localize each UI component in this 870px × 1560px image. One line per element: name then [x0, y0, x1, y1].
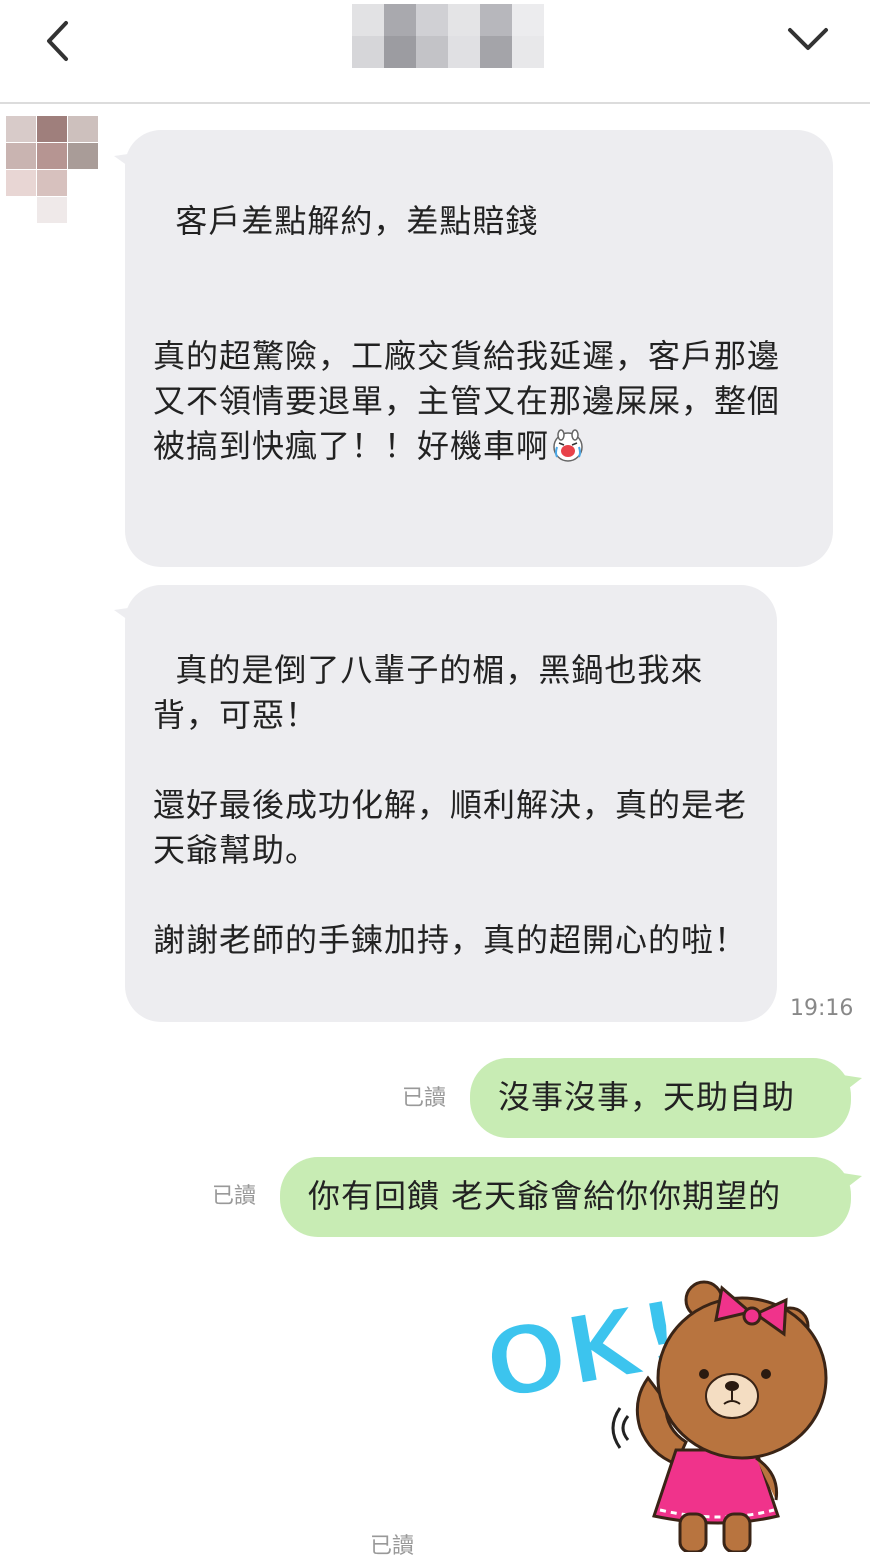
incoming-message[interactable]: 客戶差點解約，差點賠錢 真的超驚險，工廠交貨給我延遲，客戶那邊又不領情要退單，主… [125, 130, 833, 567]
chat-header [0, 0, 870, 104]
chevron-down-icon [788, 28, 828, 50]
title-blur-cell [512, 36, 544, 68]
title-blur-cell [352, 4, 384, 36]
message-text: 沒事沒事，天助自助 [498, 1078, 796, 1116]
avatar-blur-cell [6, 197, 36, 223]
avatar-blur-cell [68, 197, 98, 223]
title-blur-cell [480, 4, 512, 36]
outgoing-message[interactable]: 沒事沒事，天助自助 [470, 1058, 851, 1138]
contact-avatar[interactable] [6, 116, 98, 226]
title-blur-cell [448, 4, 480, 36]
read-receipt: 已讀 [212, 1184, 257, 1209]
title-blur-cell [384, 36, 416, 68]
avatar-blur-cell [6, 116, 36, 142]
incoming-message[interactable]: 真的是倒了八輩子的楣，黑鍋也我來背，可惡！ 還好最後成功化解，順利解決，真的是老… [125, 585, 777, 1022]
avatar-blur-cell [68, 116, 98, 142]
brown-bear-ok-sticker[interactable]: OK! [480, 1278, 840, 1552]
title-blur-cell [416, 36, 448, 68]
avatar-blur-cell [37, 170, 67, 196]
title-blur-cell [448, 36, 480, 68]
message-text: 客戶差點解約，差點賠錢 真的超驚險，工廠交貨給我延遲，客戶那邊又不領情要退單，主… [153, 202, 781, 465]
outgoing-message[interactable]: 你有回饋 老天爺會給你你期望的 [280, 1157, 851, 1237]
chat-title-pixelated [352, 4, 544, 68]
read-receipt: 已讀 [402, 1086, 447, 1111]
menu-toggle-button[interactable] [784, 20, 834, 60]
avatar-blur-cell [68, 143, 98, 169]
avatar-blur-cell [6, 143, 36, 169]
message-timestamp: 19:16 [790, 996, 854, 1021]
avatar-blur-cell [37, 116, 67, 142]
avatar-blur-cell [37, 143, 67, 169]
read-receipt: 已讀 [370, 1534, 415, 1559]
title-blur-cell [352, 36, 384, 68]
back-button[interactable] [34, 18, 84, 64]
avatar-blur-cell [6, 170, 36, 196]
message-text: 你有回饋 老天爺會給你你期望的 [308, 1177, 782, 1215]
title-blur-cell [512, 4, 544, 36]
title-blur-cell [480, 36, 512, 68]
title-blur-cell [384, 4, 416, 36]
avatar-blur-cell [37, 197, 67, 223]
avatar-blur-cell [68, 170, 98, 196]
title-blur-cell [416, 4, 448, 36]
chevron-left-icon [47, 21, 68, 61]
crying-face-icon [553, 429, 583, 462]
message-text: 真的是倒了八輩子的楣，黑鍋也我來背，可惡！ 還好最後成功化解，順利解決，真的是老… [153, 651, 748, 959]
